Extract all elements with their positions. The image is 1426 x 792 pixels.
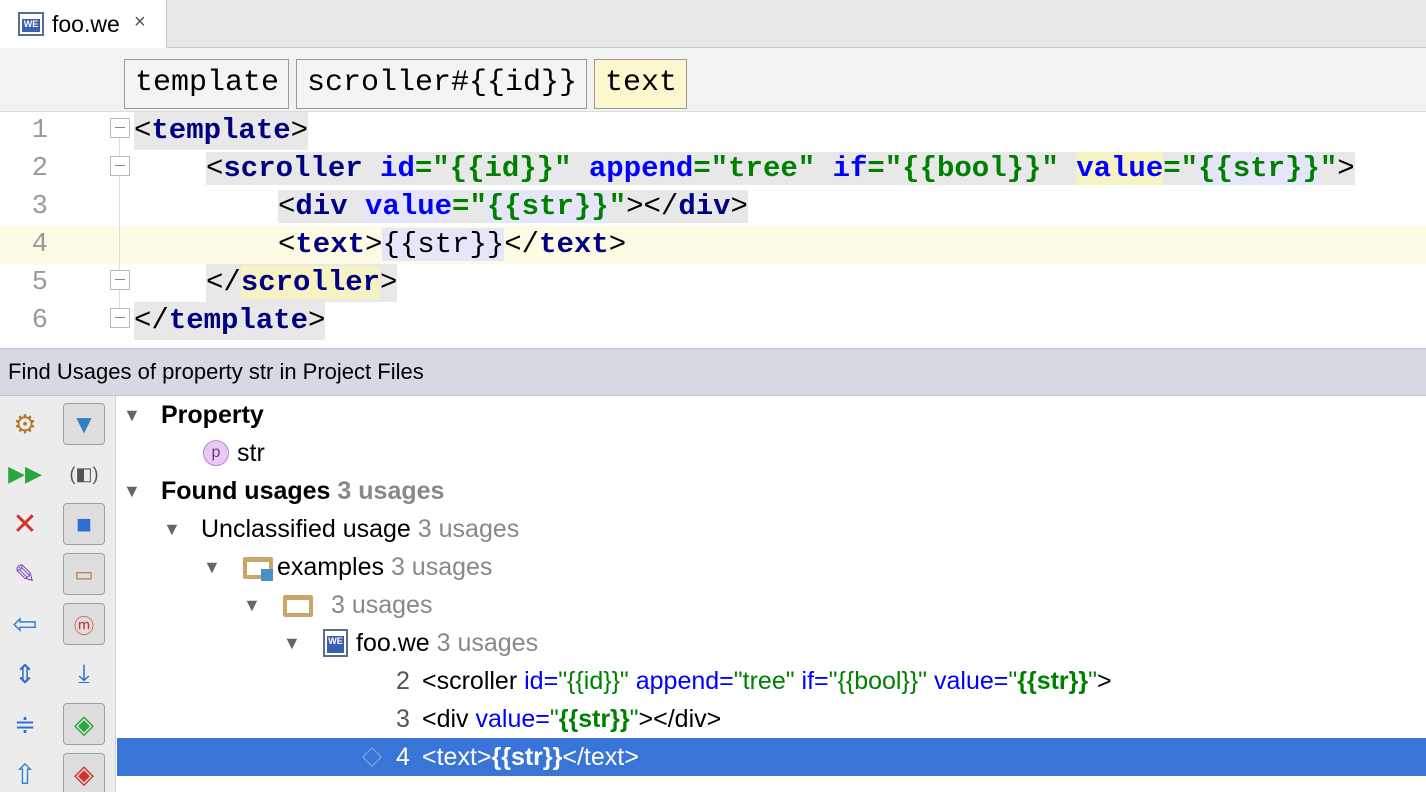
editor-tab-foo-we[interactable]: WE foo.we × (0, 0, 167, 48)
expand-triangle-icon[interactable]: ▼ (123, 396, 141, 434)
expand-triangle-icon[interactable]: ▼ (243, 586, 261, 624)
tree-node-property[interactable]: ▼ Property (117, 396, 1426, 434)
up-icon[interactable]: ⇧ (4, 753, 46, 792)
fold-marker-icon[interactable] (110, 118, 130, 138)
group-icon[interactable]: ▭ (63, 553, 105, 595)
code-line-1: <template> (134, 112, 309, 150)
current-line-highlight (0, 226, 1426, 264)
weex-file-icon: WE (323, 629, 348, 657)
code-line-3: <div value="{{str}}"></div> (278, 190, 748, 223)
code-line-4: <text>{{str}}</text> (278, 228, 627, 261)
line-number: 3 (31, 192, 48, 222)
prev-occurrence-icon[interactable]: ◈ (63, 753, 105, 792)
collapse-all-icon[interactable]: ≑ (4, 703, 46, 745)
code-editor[interactable]: 1 2 3 4 5 6 <template> <scroller id="{{i… (0, 112, 1426, 350)
pin-icon[interactable]: ✎ (4, 553, 46, 595)
expand-triangle-icon[interactable]: ▼ (283, 624, 301, 662)
usage-row[interactable]: 2 <scroller id="{{id}}" append="tree" if… (117, 662, 1426, 700)
tree-node-unclassified[interactable]: ▼ Unclassified usage 3 usages (117, 510, 1426, 548)
expand-all-icon[interactable]: ⇕ (4, 653, 46, 695)
line-number: 4 (31, 230, 48, 260)
expand-triangle-icon[interactable]: ▼ (123, 472, 141, 510)
tree-node-property-str[interactable]: p str (117, 434, 1426, 472)
breadcrumb-scroller[interactable]: scroller#{{id}} (296, 59, 587, 109)
usages-tree[interactable]: ▼ Property p str ▼ Found usages 3 usages… (117, 396, 1426, 792)
breadcrumb-text[interactable]: text (594, 59, 687, 109)
code-line-6: </template> (134, 302, 326, 340)
tree-node-subfolder[interactable]: ▼ 3 usages (117, 586, 1426, 624)
breadcrumb-template[interactable]: template (124, 59, 289, 109)
code-line-5: </scroller> (206, 264, 398, 302)
folder-icon (283, 595, 313, 617)
preview-icon[interactable]: (◧) (63, 453, 105, 495)
find-usages-title: Find Usages of property str in Project F… (0, 348, 1426, 396)
usage-row-selected[interactable]: 4 <text>{{str}}</text> (117, 738, 1426, 776)
line-number: 1 (31, 116, 48, 146)
module-badge-icon (261, 569, 273, 581)
tree-node-examples[interactable]: ▼ examples 3 usages (117, 548, 1426, 586)
line-number: 6 (31, 306, 48, 336)
settings-icon[interactable]: ⚙ (4, 403, 46, 445)
tab-label: foo.we (52, 11, 120, 37)
close-tab-icon[interactable]: × (134, 11, 146, 34)
stop-icon[interactable]: ■ (63, 503, 105, 545)
weex-file-icon: WE (18, 12, 44, 36)
expand-triangle-icon[interactable]: ▼ (163, 510, 181, 548)
tree-node-found-usages[interactable]: ▼ Found usages 3 usages (117, 472, 1426, 510)
code-line-2: <scroller id="{{id}}" append="tree" if="… (206, 152, 1355, 185)
line-number: 5 (31, 268, 48, 298)
find-toolbar: ⚙ ▼ ▶▶ (◧) ✕ ■ ✎ ▭ ⇦ ⓜ ⇕ ⤓ ≑ ◈ ⇧ ◈ (0, 396, 116, 792)
next-occurrence-icon[interactable]: ◈ (63, 703, 105, 745)
tree-node-file[interactable]: ▼ WE foo.we 3 usages (117, 624, 1426, 662)
module-icon[interactable]: ⓜ (63, 603, 105, 645)
line-number: 2 (31, 154, 48, 184)
filter-icon[interactable]: ▼ (63, 403, 105, 445)
usage-row[interactable]: 3 <div value="{{str}}"></div> (117, 700, 1426, 738)
close-icon[interactable]: ✕ (4, 503, 46, 545)
editor-tab-bar (0, 0, 1426, 48)
fold-marker-icon[interactable] (110, 270, 130, 290)
expand-triangle-icon[interactable]: ▼ (203, 548, 221, 586)
scroll-source-icon[interactable]: ⤓ (63, 653, 105, 695)
run-icon[interactable]: ▶▶ (4, 453, 46, 495)
back-icon[interactable]: ⇦ (4, 603, 46, 645)
property-icon: p (203, 440, 229, 466)
fold-marker-icon[interactable] (110, 156, 130, 176)
breakpoint-diamond-icon (362, 747, 382, 767)
fold-marker-icon[interactable] (110, 308, 130, 328)
